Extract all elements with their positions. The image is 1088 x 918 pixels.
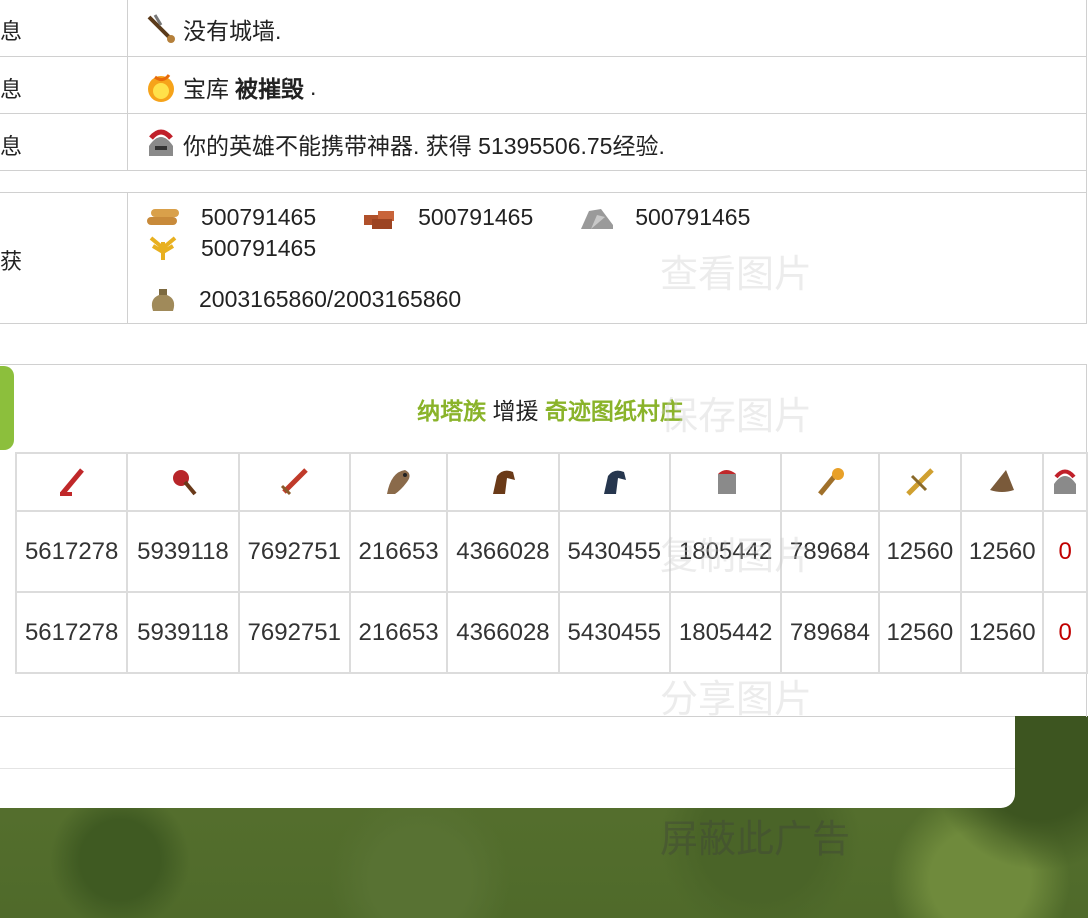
troop-count-row: 5617278 5939118 7692751 216653 4366028 543045…	[14, 510, 1088, 593]
reinforcement-title: 纳塔族 增援 奇迹图纸村庄	[417, 398, 683, 424]
context-menu-item: 分享图片	[660, 677, 813, 721]
unit-icons-row	[14, 452, 1088, 512]
catapult-icon	[818, 468, 844, 496]
crop-icon	[149, 235, 177, 260]
troops-table: 5617278 5939118 7692751 216653 4366028 543045…	[14, 452, 1088, 674]
troop-count-cell: 4366028	[446, 591, 560, 674]
troop-count-cell: 0	[1042, 591, 1088, 674]
troop-count-cell: 7692751	[237, 591, 351, 674]
carry-line: 2003165860/2003165860	[145, 286, 461, 313]
troop-count-cell: 216653	[348, 510, 449, 593]
troop-count-cell: 5617278	[14, 591, 129, 674]
troop-count-row: 5617278 5939118 7692751 216653 4366028 543045…	[14, 591, 1088, 674]
catapult-icon	[145, 13, 177, 45]
troop-count-cell: 4366028	[446, 510, 560, 593]
settler-sword-icon	[906, 468, 934, 496]
info-message: 你的英雄不能携带神器. 获得 51395506.75经验.	[145, 127, 665, 161]
info-message: 没有城墙.	[145, 12, 281, 46]
troop-count-cell: 0	[1042, 510, 1088, 593]
troop-count-cell: 216653	[348, 591, 449, 674]
wood-icon	[147, 208, 179, 225]
troop-count-cell: 12560	[960, 591, 1045, 674]
spear-icon	[59, 468, 84, 496]
troop-count-cell: 5430455	[557, 510, 671, 593]
troop-count-cell: 789684	[780, 591, 880, 674]
fire-icon	[145, 71, 177, 103]
troop-count-cell: 5939118	[126, 591, 240, 674]
wizard-hat-icon	[990, 470, 1015, 492]
iron-icon	[581, 208, 614, 229]
sword-icon	[281, 468, 309, 496]
crop-amount: 500791465	[201, 235, 317, 261]
crop-line: 500791465	[145, 235, 316, 262]
troop-count-cell: 5939118	[126, 510, 240, 593]
clay-amount: 500791465	[418, 204, 534, 230]
hawk-icon	[386, 470, 410, 494]
row-label: 息	[0, 72, 128, 104]
row-label: 息	[0, 14, 128, 46]
context-menu-item: 保存图片	[660, 394, 813, 438]
troop-count-cell: 5617278	[14, 510, 129, 593]
troop-count-cell: 12560	[877, 510, 963, 593]
context-menu-item: 屏蔽此广告	[660, 817, 851, 861]
hero-helmet-icon	[145, 128, 177, 160]
troop-count-cell: 1805442	[668, 591, 783, 674]
troop-count-cell: 12560	[877, 591, 963, 674]
troop-count-cell: 12560	[960, 510, 1045, 593]
context-menu-item: 查看图片	[660, 252, 813, 296]
carry-amount: 2003165860/2003165860	[199, 286, 462, 312]
wood-amount: 500791465	[201, 204, 317, 230]
tribe-name[interactable]: 纳塔族	[417, 398, 486, 424]
brown-horse-icon	[492, 470, 515, 494]
context-menu-item: 复制图片	[660, 534, 813, 578]
row-label: 息	[0, 129, 128, 161]
mace-icon	[172, 470, 197, 496]
hero-icon	[1054, 469, 1077, 494]
loot-bag-icon	[151, 288, 175, 311]
ram-icon	[717, 470, 736, 494]
iron-amount: 500791465	[635, 204, 751, 230]
info-message: 宝库 被摧毁.	[145, 70, 316, 104]
clay-icon	[364, 210, 395, 229]
bounty-label: 获	[0, 244, 128, 276]
troop-count-cell: 7692751	[237, 510, 351, 593]
resources-line: 500791465 500791465 500791465	[145, 204, 750, 231]
troop-count-cell: 5430455	[557, 591, 671, 674]
blue-horse-icon	[604, 470, 627, 494]
